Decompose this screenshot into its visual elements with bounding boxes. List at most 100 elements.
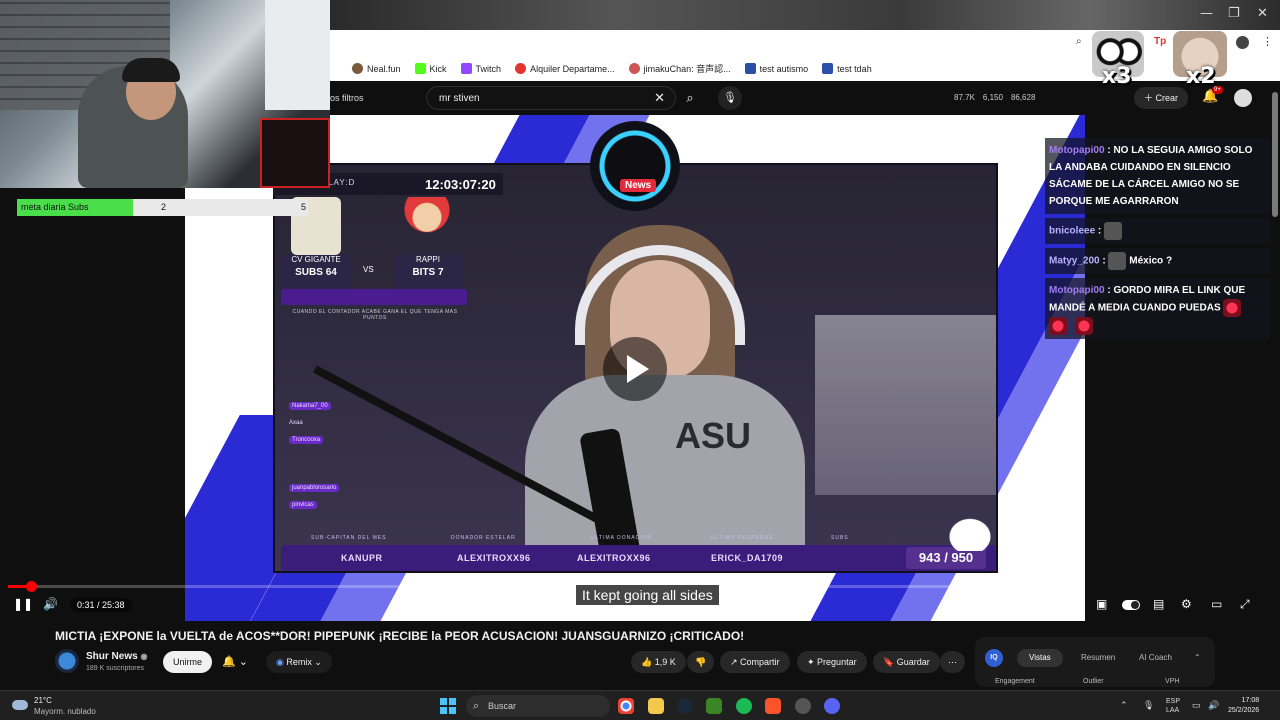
language-indicator[interactable]: ESP LAA [1166, 697, 1180, 715]
windows-start-icon[interactable] [440, 698, 456, 714]
chat-message: Motopapi00 : NO LA SEGUIA AMIGO SOLO LA … [1045, 138, 1270, 214]
create-button[interactable]: ＋ Crear [1134, 87, 1188, 109]
bookmark-kick[interactable]: Kick [414, 63, 447, 74]
channel-stats: 87.7K 6,150 86,628 [954, 93, 1035, 102]
remix-button[interactable]: ◉ Remix ⌄ [266, 651, 332, 673]
share-button[interactable]: ↗ Compartir [720, 651, 790, 673]
video-player[interactable]: ASU ENTE COSPLAY:D 12:03:07:20 News CV G… [185, 115, 1085, 621]
minecraft-icon[interactable] [706, 698, 722, 714]
autoplay-toggle[interactable] [1122, 600, 1140, 610]
share-label: Compartir [740, 657, 780, 667]
mini-chat-user: Nakama7_00 [289, 402, 331, 410]
cap [122, 58, 180, 82]
pause-icon[interactable]: ❚❚ [13, 597, 33, 611]
miniplayer-icon[interactable]: ▭ [1211, 597, 1222, 611]
brave-icon[interactable] [765, 698, 781, 714]
like-button[interactable]: 👍 1,9 K [631, 651, 686, 673]
kebab-menu-icon[interactable]: ⋮ [1262, 35, 1273, 48]
bar-header: ULTIMA DONACION [591, 535, 653, 541]
steam-icon[interactable] [677, 698, 693, 714]
emote-multiplier: x3 [1102, 64, 1132, 89]
progress-handle[interactable] [26, 581, 37, 592]
heart-emote-icon [1075, 317, 1093, 335]
dislike-button[interactable]: 👎 [687, 651, 715, 673]
tray-chevron-icon[interactable]: ⌃ [1120, 700, 1128, 711]
zoom-icon[interactable]: ⌕ [1076, 36, 1082, 47]
last-launch: ERICK_DA1709 [711, 553, 784, 563]
subtitles-icon[interactable]: ▤ [1153, 597, 1164, 611]
bookmark-test-tdah[interactable]: test tdah [822, 63, 872, 74]
video-title: MICTIA ¡EXPONE la VUELTA de ACOS**DOR! P… [55, 629, 745, 643]
goal-target: 5 [301, 202, 307, 212]
channel-name[interactable]: Shur News ◉ [86, 651, 147, 662]
save-button[interactable]: 🔖 Guardar [873, 651, 940, 673]
bookmark-test-autismo[interactable]: test autismo [744, 63, 808, 74]
minimize-icon[interactable]: — [1200, 6, 1213, 21]
more-icon[interactable]: ⋯ [940, 651, 965, 673]
clock-time: 17:08 [1241, 697, 1260, 704]
search-icon[interactable]: ⌕ [676, 86, 704, 110]
taskbar-search[interactable]: Buscar [466, 695, 610, 717]
spotify-icon[interactable] [736, 698, 752, 714]
speaker-icon[interactable]: 🔊 [1208, 700, 1219, 711]
bookmark-nealfun[interactable]: Neal.fun [352, 63, 401, 74]
shirt-text: ASU [675, 415, 752, 456]
tab-resumen[interactable]: Resumen [1081, 649, 1115, 667]
settings-icon[interactable]: ⚙ [1181, 597, 1192, 611]
progress-bar[interactable] [8, 581, 1085, 592]
news-logo: News [590, 121, 680, 211]
maximize-icon[interactable]: ❐ [1228, 6, 1240, 21]
volume-icon[interactable]: 🔊 [43, 597, 58, 611]
streamer-body: ASU [525, 375, 805, 571]
scrollbar[interactable] [1272, 92, 1278, 217]
ask-button[interactable]: ✦ Preguntar [797, 651, 867, 673]
contest-left-name: CV GIGANTE [291, 255, 341, 264]
filters-button[interactable]: os filtros [330, 93, 364, 103]
network-icon[interactable]: ▭ [1192, 700, 1201, 711]
column-outlier: Outlier [1083, 678, 1104, 685]
file-explorer-icon[interactable] [648, 698, 664, 714]
contest-right-name: RAPPI [415, 255, 440, 264]
profile-icon[interactable] [1236, 36, 1249, 49]
column-vph: VPH [1165, 678, 1180, 685]
youtube-masthead: os filtros mr stiven ✕ ⌕ 🎙 87.7K 6,150 8… [330, 81, 1280, 115]
tray-mic-icon[interactable]: 🎙 [1143, 700, 1154, 711]
clock-date: 25/2/2026 [1228, 707, 1260, 714]
channel-avatar[interactable] [55, 649, 79, 673]
sub-captain: KANUPR [341, 553, 383, 563]
microphone-icon[interactable]: 🎙 [718, 86, 742, 110]
extension-icon[interactable]: Tp [1154, 36, 1166, 47]
contest-left-metric: SUBS [295, 267, 323, 278]
weather-desc: Mayorm. nublado [34, 707, 96, 716]
bookmark-jimakuchan[interactable]: jimakuChan: 音声認... [628, 62, 731, 75]
chrome-icon[interactable] [618, 698, 634, 714]
chat-message: Motopapi00 : GORDO MIRA EL LINK QUE MAND… [1045, 278, 1270, 339]
star-donor: ALEXITROXX96 [457, 553, 531, 563]
collapse-icon[interactable]: ⌃ [1194, 649, 1201, 667]
contest-left-score: 64 [325, 267, 337, 278]
discord-icon[interactable] [824, 698, 840, 714]
bookmark-label: jimakuChan: 音声認... [643, 64, 731, 74]
jimakuchan-icon [628, 63, 640, 74]
bar-header: SUBS [831, 535, 849, 541]
close-icon[interactable]: ✕ [1257, 6, 1268, 21]
stat-subs: 86,628 [1010, 93, 1036, 102]
avatar[interactable] [1234, 89, 1252, 107]
join-button[interactable]: Unirme [163, 651, 213, 673]
bookmark-twitch[interactable]: Twitch [460, 63, 501, 74]
tab-vistas[interactable]: Vistas [1017, 649, 1063, 667]
clear-search-icon[interactable]: ✕ [654, 90, 665, 106]
contest-right: RAPPI BITS 7 [393, 255, 463, 289]
subscribe-bell-icon[interactable]: 🔔 ⌄ [222, 655, 248, 668]
fullscreen-icon[interactable]: ⤢ [1240, 597, 1250, 612]
tab-ai-coach[interactable]: AI Coach [1139, 649, 1172, 667]
play-icon[interactable] [603, 337, 667, 401]
bookmark-label: test tdah [837, 63, 872, 74]
search-input[interactable]: mr stiven ✕ [426, 86, 676, 110]
bookmark-alquiler[interactable]: Alquiler Departame... [515, 63, 615, 74]
iq-icon[interactable]: ▣ [1096, 597, 1107, 611]
stat-likes: 6,150 [982, 93, 1003, 102]
obs-icon[interactable] [795, 698, 811, 714]
clock[interactable]: 17:08 25/2/2026 [1228, 696, 1259, 716]
chat-message: bnicoleee : [1045, 218, 1270, 244]
